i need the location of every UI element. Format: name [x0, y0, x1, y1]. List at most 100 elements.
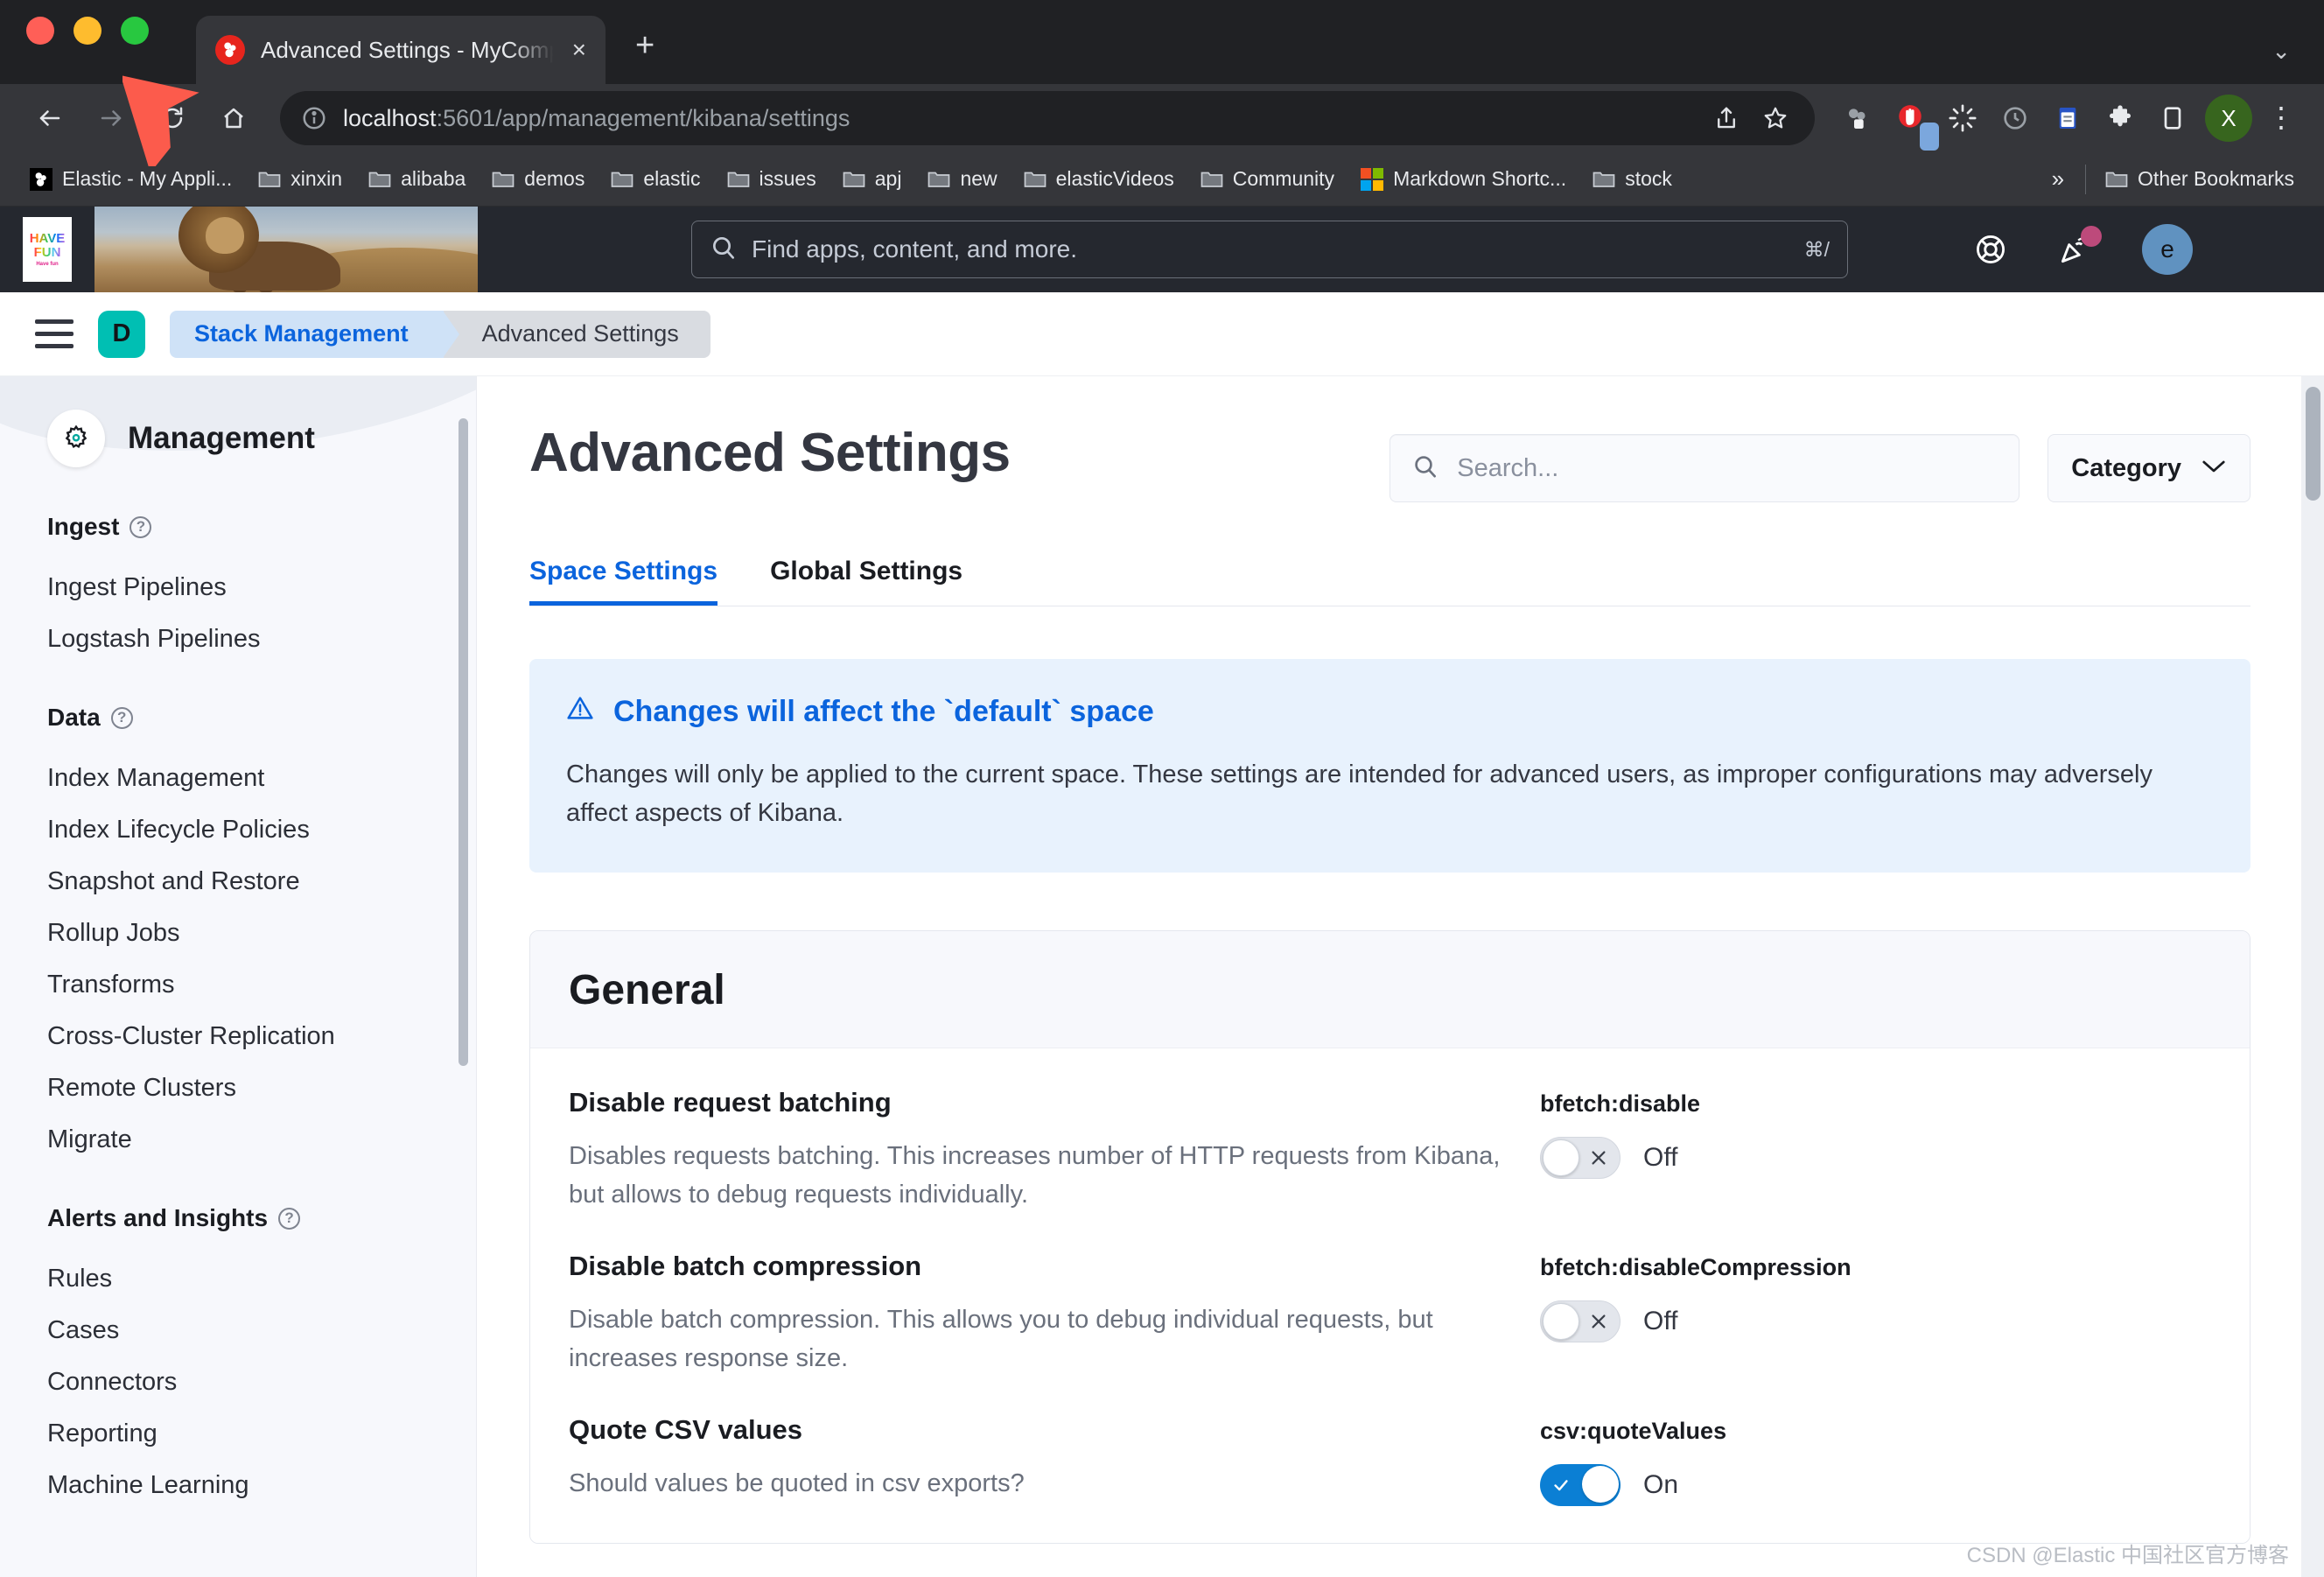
tab-space-settings[interactable]: Space Settings [529, 557, 718, 606]
bookmark-item[interactable]: issues [717, 162, 827, 196]
bookmark-item[interactable]: demos [481, 162, 595, 196]
sidebar-item-remote-clusters[interactable]: Remote Clusters [47, 1062, 476, 1114]
watermark-text: CSDN @Elastic 中国社区官方博客 [1967, 1538, 2289, 1568]
sidebar-item-rules[interactable]: Rules [47, 1253, 476, 1305]
sidebar-item-index-lifecycle-policies[interactable]: Index Lifecycle Policies [47, 804, 476, 856]
home-icon[interactable] [206, 91, 261, 145]
user-avatar[interactable]: e [2142, 224, 2193, 275]
sidebar-group-label: Alerts and Insights [47, 1204, 268, 1232]
sidebar-group-alerts-and-insights: Alerts and Insights ? [47, 1204, 476, 1232]
news-announcement-icon[interactable] [2058, 233, 2091, 266]
scrollbar-thumb[interactable] [2306, 387, 2320, 501]
sidebar-item-rollup-jobs[interactable]: Rollup Jobs [47, 908, 476, 959]
divider [2085, 165, 2086, 194]
bookmark-label: elastic [643, 167, 700, 191]
setting-toggle[interactable] [1540, 1137, 1620, 1179]
sidebar-item-logstash-pipelines[interactable]: Logstash Pipelines [47, 613, 476, 665]
setting-row: Disable request batching Disables reques… [569, 1087, 2211, 1251]
warning-triangle-icon [566, 694, 594, 730]
chevron-down-icon[interactable]: ⌄ [2272, 38, 2291, 65]
elastic-extension-icon[interactable] [1834, 95, 1881, 142]
check-icon [1540, 1464, 1582, 1506]
sidebar-item-snapshot-and-restore[interactable]: Snapshot and Restore [47, 856, 476, 908]
page-scrollbar[interactable] [2301, 376, 2324, 1577]
puzzle-extensions-icon[interactable] [2096, 95, 2144, 142]
microsoft-icon [1361, 168, 1383, 191]
management-sidebar: Management Ingest ? Ingest Pipelines Log… [0, 376, 477, 1577]
folder-icon [1592, 170, 1615, 188]
bookmark-item[interactable]: alibaba [358, 162, 476, 196]
browser-tab[interactable]: Advanced Settings - MyCompa × [196, 16, 606, 84]
back-arrow-icon[interactable] [23, 91, 77, 145]
help-icon[interactable]: ? [130, 516, 151, 538]
close-window-button[interactable] [26, 17, 54, 45]
setting-key: bfetch:disable [1540, 1090, 1700, 1118]
stop-hand-extension-icon[interactable] [1886, 95, 1934, 142]
bookmark-star-icon[interactable] [1755, 98, 1796, 138]
global-search-input[interactable]: Find apps, content, and more. ⌘/ [691, 221, 1848, 278]
bookmarks-overflow-button[interactable]: » [2040, 165, 2076, 193]
bookmark-item[interactable]: elasticVideos [1013, 162, 1185, 196]
sidebar-item-machine-learning[interactable]: Machine Learning [47, 1460, 476, 1511]
help-lifebuoy-icon[interactable] [1974, 233, 2007, 266]
bookmark-item[interactable]: apj [832, 162, 913, 196]
share-icon[interactable] [1706, 98, 1746, 138]
bookmark-label: elasticVideos [1056, 167, 1174, 191]
sidebar-item-cases[interactable]: Cases [47, 1305, 476, 1356]
bookmark-item[interactable]: Markdown Shortc... [1350, 162, 1577, 196]
help-icon[interactable]: ? [278, 1208, 300, 1230]
minimize-window-button[interactable] [74, 17, 102, 45]
bookmark-item[interactable]: Elastic - My Appli... [19, 162, 242, 196]
hamburger-menu-icon[interactable] [35, 319, 74, 348]
category-filter-button[interactable]: Category [2048, 434, 2250, 502]
sidepanel-icon[interactable] [2149, 95, 2196, 142]
bookmark-item[interactable]: stock [1582, 162, 1683, 196]
tab-strip: Advanced Settings - MyCompa × + ⌄ [0, 0, 2324, 84]
setting-description: Disables requests batching. This increas… [569, 1138, 1505, 1214]
bookmark-item[interactable]: elastic [600, 162, 710, 196]
space-avatar[interactable]: D [98, 311, 145, 358]
help-icon[interactable]: ? [111, 707, 133, 729]
loading-spinner-extension-icon[interactable] [1939, 95, 1986, 142]
sidebar-group-ingest: Ingest ? [47, 513, 476, 541]
folder-icon [611, 170, 634, 188]
sidebar-item-index-management[interactable]: Index Management [47, 753, 476, 804]
bookmark-item[interactable]: Community [1190, 162, 1345, 196]
new-tab-button[interactable]: + [635, 27, 654, 84]
tab-global-settings[interactable]: Global Settings [770, 557, 962, 606]
close-tab-button[interactable]: × [572, 38, 586, 62]
elastic-icon [215, 35, 245, 65]
toggle-state-label: Off [1643, 1143, 1677, 1173]
custom-banner-image [94, 207, 478, 292]
settings-search-input[interactable]: Search... [1390, 434, 2020, 502]
bookmark-item[interactable]: new [917, 162, 1007, 196]
sidebar-item-cross-cluster-replication[interactable]: Cross-Cluster Replication [47, 1011, 476, 1062]
sidebar-item-reporting[interactable]: Reporting [47, 1408, 476, 1460]
sidebar-item-transforms[interactable]: Transforms [47, 959, 476, 1011]
sidebar-title: Management [128, 421, 315, 456]
setting-toggle[interactable] [1540, 1300, 1620, 1342]
sidebar-item-migrate[interactable]: Migrate [47, 1114, 476, 1166]
folder-icon [258, 170, 281, 188]
browser-menu-button[interactable]: ⋮ [2261, 109, 2301, 126]
address-bar[interactable]: localhost:5601/app/management/kibana/set… [280, 91, 1815, 145]
profile-avatar[interactable]: X [2202, 91, 2256, 145]
setting-title: Disable request batching [569, 1087, 1505, 1118]
other-bookmarks-button[interactable]: Other Bookmarks [2095, 162, 2305, 196]
breadcrumb-item-stack-management[interactable]: Stack Management [170, 311, 444, 358]
kibana-header: HAVE FUN Have fun Find apps, content, an… [0, 207, 2324, 292]
sidebar-scrollbar[interactable] [458, 418, 468, 1066]
site-info-icon[interactable] [299, 103, 329, 133]
sidebar-item-connectors[interactable]: Connectors [47, 1356, 476, 1408]
settings-panel-general: General Disable request batching Disable… [529, 930, 2250, 1544]
maximize-window-button[interactable] [121, 17, 149, 45]
bookmark-label: alibaba [401, 167, 466, 191]
custom-logo[interactable]: HAVE FUN Have fun [0, 207, 94, 292]
clock-extension-icon[interactable] [1992, 95, 2039, 142]
breadcrumb-bar: D Stack Management Advanced Settings [0, 292, 2324, 376]
bookmark-item[interactable]: xinxin [248, 162, 353, 196]
sidebar-item-ingest-pipelines[interactable]: Ingest Pipelines [47, 562, 476, 613]
setting-description: Should values be quoted in csv exports? [569, 1465, 1505, 1503]
setting-toggle[interactable] [1540, 1464, 1620, 1506]
reader-extension-icon[interactable] [2044, 95, 2091, 142]
